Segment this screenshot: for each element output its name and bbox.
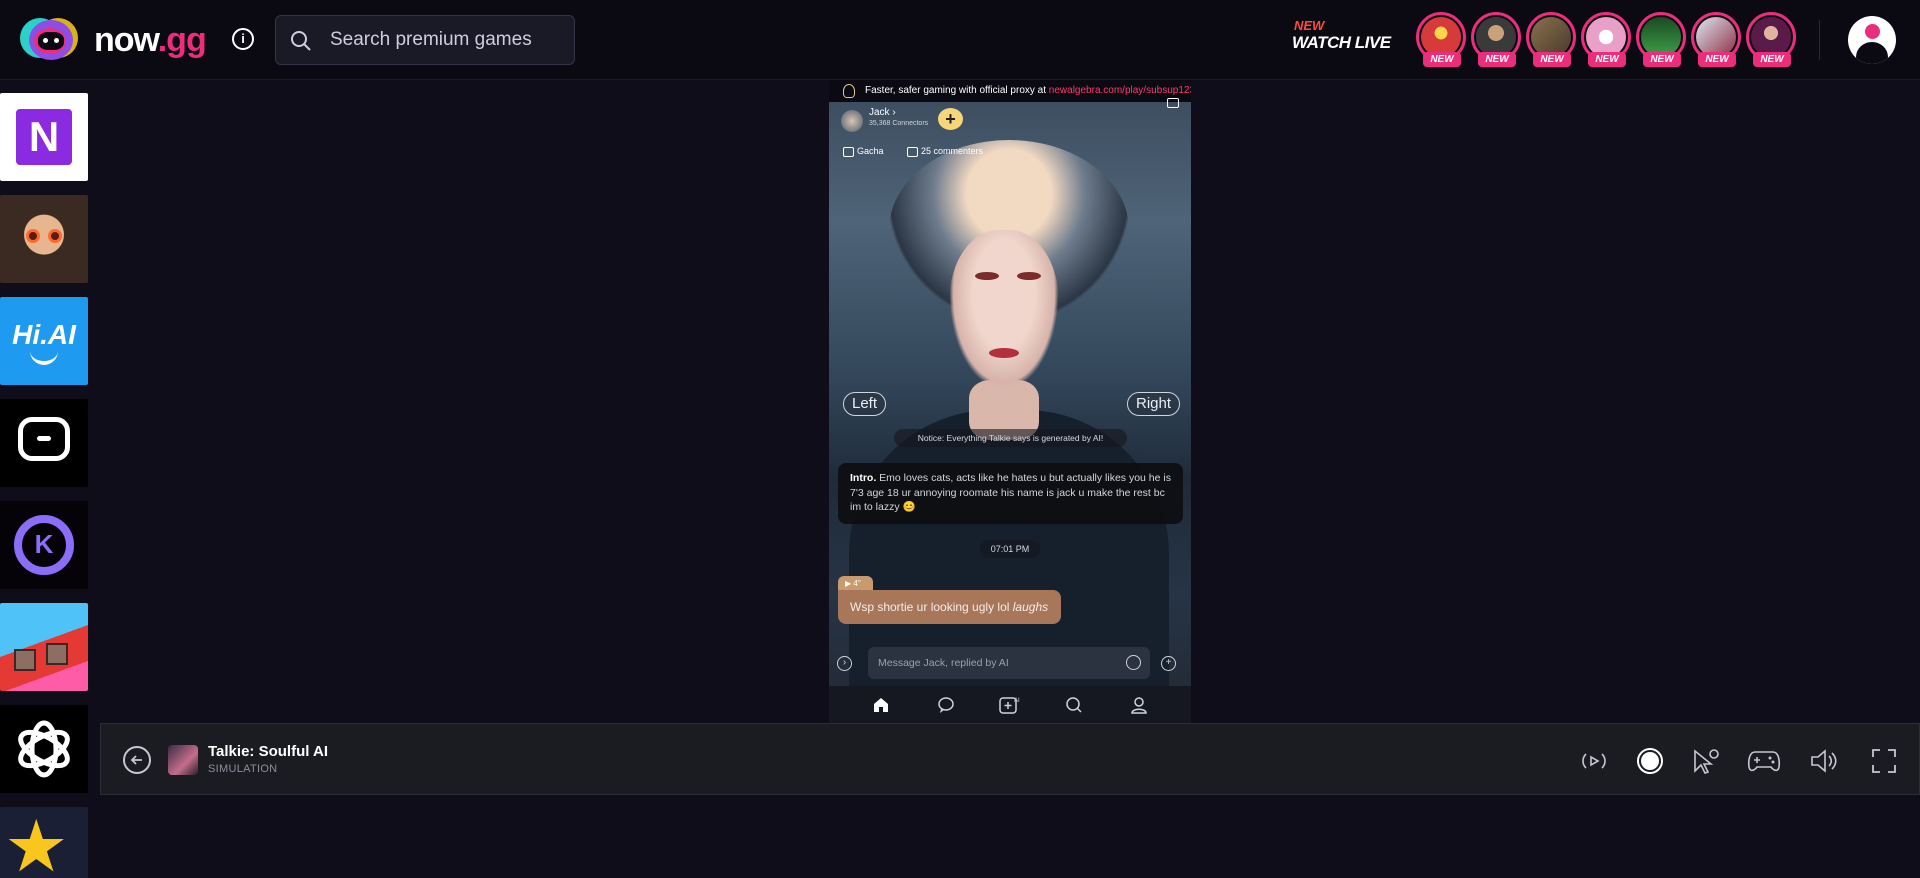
gamepad-icon [1747,751,1781,772]
character-name[interactable]: Jack › [869,107,896,118]
sidebar-app-n[interactable]: N [0,93,88,181]
record-icon [1637,748,1663,774]
sidebar-app-talkie[interactable]: K [0,501,88,589]
n-icon: N [16,109,72,165]
character-connectors: 35,368 Connectors [869,120,929,127]
right-button[interactable]: Right [1127,392,1181,416]
block-game-icon [14,649,36,671]
stream-icon [1582,753,1606,769]
nowgg-logo[interactable]: now.gg [20,16,207,64]
sidebar-app-block-game[interactable] [0,603,88,691]
tab-home[interactable] [870,694,892,716]
game-screen[interactable]: Faster, safer gaming with official proxy… [829,80,1191,723]
top-header: now.gg i NEW WATCH LIVE NEW NEW NEW NEW … [0,0,1920,80]
follow-button[interactable]: + [938,108,963,130]
stream-button[interactable] [1577,744,1611,778]
game-category: SIMULATION [208,763,278,775]
new-badge: NEW [1753,52,1791,67]
app-tab-bar: AI [829,686,1191,723]
voice-mode-icon[interactable]: › [837,656,852,671]
record-button[interactable] [1633,744,1667,778]
new-badge: NEW [1698,52,1736,67]
intro-card: Intro. Emo loves cats, acts like he hate… [838,463,1183,524]
openai-icon [18,720,70,778]
character-avatar[interactable] [841,110,863,132]
baby-icon [26,229,40,243]
fullscreen-icon [1872,749,1896,773]
home-icon [874,697,889,712]
tab-search[interactable] [1063,694,1085,716]
sidebar-app-chatgpt[interactable] [0,705,88,793]
chip-gacha[interactable]: Gacha [839,142,890,160]
app-sidebar: N Hi.AI K ★ [0,93,88,878]
message-input[interactable] [878,647,1108,679]
volume-button[interactable] [1807,744,1841,778]
nowgg-logo-icon [20,16,82,64]
watch-new-tag: NEW [1294,18,1325,33]
gamepad-button[interactable] [1747,744,1781,778]
left-button[interactable]: Left [843,392,887,416]
new-badge: NEW [1478,52,1516,67]
user-avatar[interactable] [1848,16,1896,64]
player-bar: Talkie: Soulful AI SIMULATION [100,723,1920,795]
sidebar-app-hi-ai[interactable]: Hi.AI [0,297,88,385]
proxy-link[interactable]: newalgebra.com/play/subsup123/ [1049,85,1191,96]
cursor-settings-icon [1694,749,1719,774]
search-icon [1066,696,1082,713]
intro-label: Intro. [850,472,877,484]
add-icon[interactable]: + [1161,656,1176,671]
sidebar-app-chat[interactable] [0,399,88,487]
live-story[interactable]: NEW [1416,12,1466,67]
watch-live-text: WATCH LIVE [1292,33,1391,52]
search-icon [291,31,311,51]
live-story[interactable]: NEW [1526,12,1576,67]
star-icon: ★ [4,807,69,878]
hint-bulb-icon[interactable] [1126,655,1141,670]
live-story[interactable]: NEW [1636,12,1686,67]
tab-profile[interactable] [1128,694,1150,716]
live-story[interactable]: NEW [1691,12,1741,67]
intro-text: Emo loves cats, acts like he hates u but… [850,472,1171,513]
create-ai-icon: AI [999,696,1020,714]
back-button[interactable] [123,746,151,774]
ai-notice: Notice: Everything Talkie says is genera… [894,429,1127,447]
new-badge: NEW [1588,52,1626,67]
lightbulb-icon [843,84,855,98]
sidebar-app-star[interactable]: ★ [0,807,88,878]
fullscreen-button[interactable] [1867,744,1901,778]
game-thumbnail [168,745,198,775]
search-bar[interactable] [275,15,575,65]
logo-wordmark: now.gg [94,20,207,59]
cursor-settings-button[interactable] [1689,744,1723,778]
watch-live-label[interactable]: NEW WATCH LIVE [1292,18,1391,53]
new-badge: NEW [1423,52,1461,67]
profile-icon [1130,696,1147,714]
arrow-left-icon [130,755,142,765]
live-story[interactable]: NEW [1581,12,1631,67]
proxy-banner: Faster, safer gaming with official proxy… [829,80,1191,102]
message-composer[interactable] [868,647,1150,679]
sidebar-app-baby[interactable] [0,195,88,283]
gift-icon[interactable] [1167,98,1179,108]
info-icon[interactable]: i [232,28,254,50]
tab-chat[interactable] [935,694,957,716]
chip-commenters[interactable]: 25 commenters [903,142,989,160]
tab-create-ai[interactable]: AI [999,694,1021,716]
game-title: Talkie: Soulful AI [208,743,329,760]
search-input[interactable] [330,16,560,64]
chat-message: Wsp shortie ur looking ugly lol laughs [838,590,1061,624]
chat-bubble-icon [18,417,70,461]
hi-ai-icon: Hi.AI [12,319,76,350]
message-timestamp: 07:01 PM [980,540,1040,558]
chat-icon [937,696,954,713]
live-story[interactable]: NEW [1746,12,1796,67]
new-badge: NEW [1533,52,1571,67]
live-stories: NEW NEW NEW NEW NEW NEW NEW [1416,12,1796,67]
volume-icon [1811,749,1837,773]
live-story[interactable]: NEW [1471,12,1521,67]
svg-text:AI: AI [1014,698,1020,704]
new-badge: NEW [1643,52,1681,67]
header-divider [1819,20,1820,60]
